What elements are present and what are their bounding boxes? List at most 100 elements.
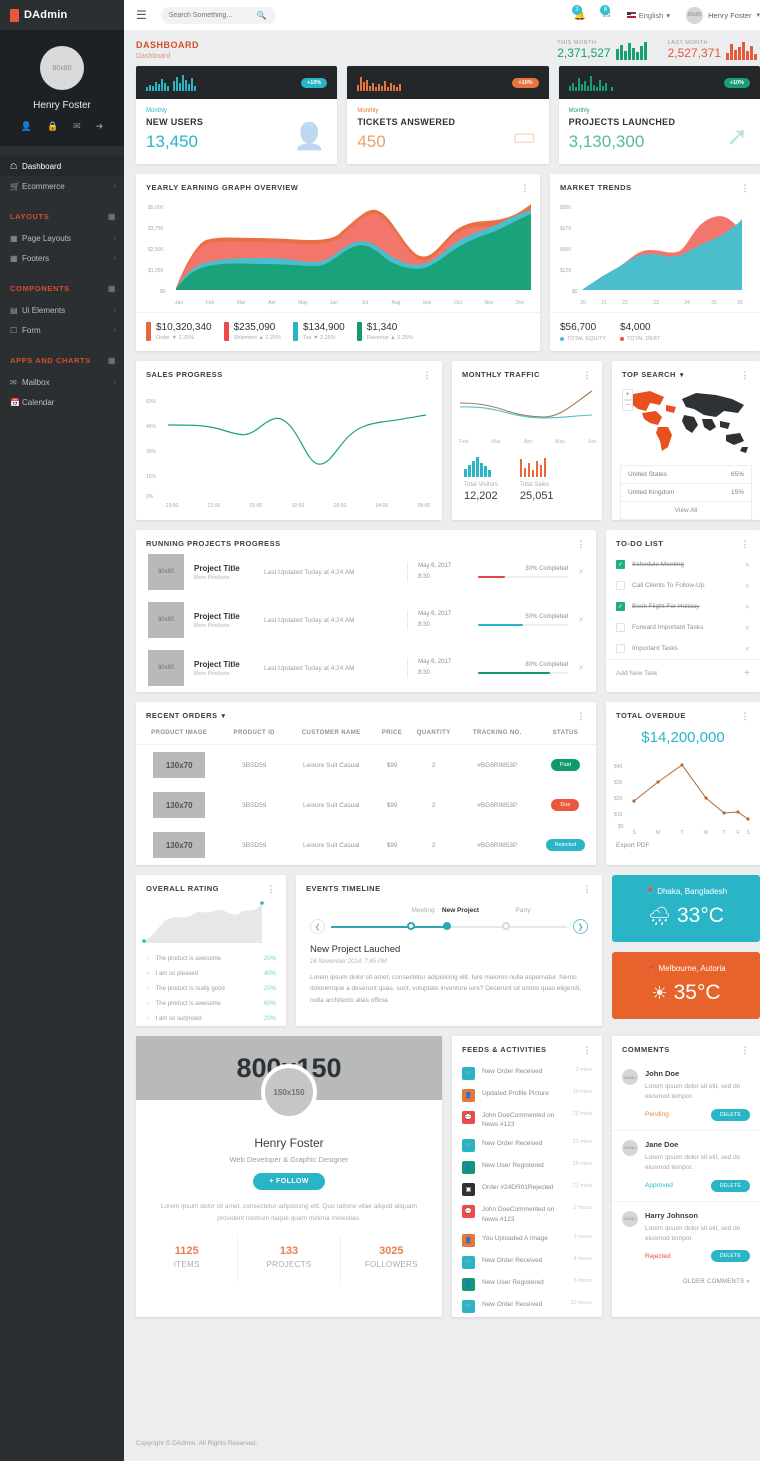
list-item[interactable]: ▣ Order #24DR01Rejected 21 mins (452, 1179, 602, 1201)
menu-toggle-icon[interactable]: ☰ (136, 8, 147, 22)
sidebar-item-footers[interactable]: ▦ Footers › (0, 248, 124, 268)
more-options-icon[interactable]: ⋮ (577, 539, 587, 548)
prev-button[interactable]: ❮ (310, 919, 325, 934)
todo-item[interactable]: ✓ Schedule Meeting ✕ (606, 554, 760, 575)
user-icon[interactable]: 👤 (21, 121, 32, 132)
chevron-down-icon[interactable]: ▾ (680, 371, 684, 379)
more-options-icon[interactable]: ⋮ (423, 370, 433, 379)
more-options-icon[interactable]: ⋮ (741, 711, 751, 720)
more-options-icon[interactable]: ⋮ (583, 370, 593, 379)
more-options-icon[interactable]: ⋮ (577, 711, 587, 720)
more-options-icon[interactable]: ⋮ (521, 183, 531, 192)
sidebar-item-ui-elements[interactable]: ▤ Ui Elements › (0, 300, 124, 320)
lock-icon[interactable]: 🔒 (47, 121, 58, 132)
close-icon[interactable]: ✕ (745, 624, 750, 632)
sidebar-item-page-layouts[interactable]: ▦ Page Layouts › (0, 228, 124, 248)
close-icon[interactable]: ✕ (745, 603, 750, 611)
sidebar-item-calendar[interactable]: 📅 Calendar (0, 392, 124, 412)
close-icon[interactable]: ✕ (745, 561, 750, 569)
list-item[interactable]: 🛒 New Order Received 2 mins (452, 1062, 602, 1084)
notifications-bell[interactable]: 🔔 2 (571, 4, 586, 21)
export-pdf-link[interactable]: Export PDF (606, 838, 760, 858)
more-options-icon[interactable]: ⋮ (741, 1045, 751, 1054)
collapse-icon[interactable]: ▣ (108, 212, 116, 221)
timeline-bar[interactable] (331, 922, 567, 930)
list-item[interactable]: 🛒 New Order Received 21 mins (452, 1135, 602, 1157)
more-options-icon[interactable]: ⋮ (583, 884, 593, 893)
list-item[interactable]: 💬 John DoeCommented on News #123 2 hours (452, 1201, 602, 1230)
more-options-icon[interactable]: ⋮ (741, 539, 751, 548)
todo-item[interactable]: Call Clients To Follow-Up ✕ (606, 575, 760, 596)
timeline-point[interactable] (407, 922, 416, 930)
chevron-down-icon: ▾ (666, 10, 671, 20)
overall-rating-card: OVERALL RATING ⋮ ○ The product is awesom… (136, 875, 286, 1026)
sidebar-item-dashboard[interactable]: ☖ Dashboard (0, 156, 124, 176)
more-options-icon[interactable]: ⋮ (741, 370, 751, 379)
more-options-icon[interactable]: ⋮ (267, 884, 277, 893)
checkbox[interactable]: ✓ (616, 602, 625, 611)
main-area: ☰ 🔍 🔔 2 ✉ 8 English ▾ 80x80 (124, 0, 760, 1461)
zoom-in-button[interactable]: + (622, 389, 633, 400)
messages-envelope[interactable]: ✉ 8 (600, 4, 611, 21)
more-options-icon[interactable]: ⋮ (583, 1045, 593, 1054)
yearly-earning-card: YEARLY EARNING GRAPH OVERVIEW ⋮ $5,000 $3… (136, 174, 540, 351)
list-item[interactable]: 💬 John DoeCommented on News #123 20 mins (452, 1106, 602, 1135)
more-options-icon[interactable]: ⋮ (741, 183, 751, 192)
project-date: May 6, 2017 (418, 659, 452, 666)
zoom-out-button[interactable]: − (622, 400, 633, 411)
chevron-down-icon[interactable]: ▾ (222, 712, 226, 720)
list-item[interactable]: 👤 Updated Profile Picture 10 mins (452, 1084, 602, 1106)
search-box[interactable]: 🔍 (160, 6, 276, 24)
envelope-icon[interactable]: ✉ (73, 121, 81, 132)
svg-text:21:00: 21:00 (208, 503, 221, 509)
collapse-icon[interactable]: ▣ (108, 356, 116, 365)
close-icon[interactable]: ✕ (578, 568, 584, 576)
project-date: May 6, 2017 (418, 563, 452, 570)
todo-item[interactable]: Important Tasks ✕ (606, 638, 760, 659)
next-button[interactable]: ❯ (573, 919, 588, 934)
timeline-point[interactable] (501, 922, 510, 930)
delete-button[interactable]: DELETE (710, 1179, 750, 1192)
list-item[interactable]: 👤 New User Registered 25 mins (452, 1157, 602, 1179)
close-icon[interactable]: ✕ (745, 582, 750, 590)
checkbox[interactable] (616, 623, 625, 632)
sidebar-item-ecommerce[interactable]: 🛒 Ecommerce › (0, 176, 124, 196)
search-input[interactable] (168, 11, 257, 19)
plus-icon[interactable]: + (744, 668, 750, 679)
delete-button[interactable]: DELETE (710, 1250, 750, 1263)
logout-icon[interactable]: ➜ (96, 121, 104, 132)
delete-button[interactable]: DELETE (710, 1108, 750, 1121)
list-item[interactable]: 🛒 New Order Received 4 hours (452, 1251, 602, 1273)
follow-button[interactable]: + FOLLOW (253, 1173, 325, 1190)
checkbox[interactable] (616, 644, 625, 653)
todo-item[interactable]: Forward Important Tasks ✕ (606, 617, 760, 638)
close-icon[interactable]: ✕ (745, 645, 750, 653)
sidebar-item-mailbox[interactable]: ✉ Mailbox › (0, 372, 124, 392)
checkbox[interactable] (616, 581, 625, 590)
collapse-icon[interactable]: ▣ (108, 284, 116, 293)
language-selector[interactable]: English ▾ (626, 10, 671, 20)
legend-name: Order (156, 335, 171, 341)
older-comments-link[interactable]: OLDER COMMENTS » (612, 1271, 760, 1293)
close-icon[interactable]: ✕ (578, 616, 584, 624)
checkbox[interactable]: ✓ (616, 560, 625, 569)
legend-color (620, 337, 625, 341)
user-menu[interactable]: 80x80 Henry Foster ▾ (686, 6, 760, 24)
list-item: 50x50 Jane Doe Lorem ipsum dolor sit eli… (612, 1131, 760, 1202)
search-icon[interactable]: 🔍 (257, 11, 267, 20)
world-map[interactable]: + − (612, 379, 760, 459)
sidebar-item-form[interactable]: ☐ Form › (0, 320, 124, 340)
feed-text: Order #24DR01Rejected (482, 1184, 554, 1191)
timeline-point-active[interactable] (442, 922, 451, 930)
list-item[interactable]: 🛒 New Order Received 22 hours (452, 1295, 602, 1317)
add-task-row[interactable]: Add New Task + (606, 659, 760, 687)
svg-text:Jul: Jul (362, 300, 368, 306)
list-item[interactable]: 👤 You Uploaded A Image 3 hours (452, 1229, 602, 1251)
close-icon[interactable]: ✕ (578, 664, 584, 672)
view-all-link[interactable]: View All (621, 502, 751, 519)
brand[interactable]: DAdmin (0, 0, 124, 30)
comment-icon: 💬 (462, 1205, 475, 1218)
list-item[interactable]: 👤 New User Registered 5 hours (452, 1273, 602, 1295)
kpi-row: +10% Monthly NEW USERS 13,450 👤 +10% Mon… (136, 66, 760, 164)
todo-item[interactable]: ✓ Book Flight For Holiday ✕ (606, 596, 760, 617)
